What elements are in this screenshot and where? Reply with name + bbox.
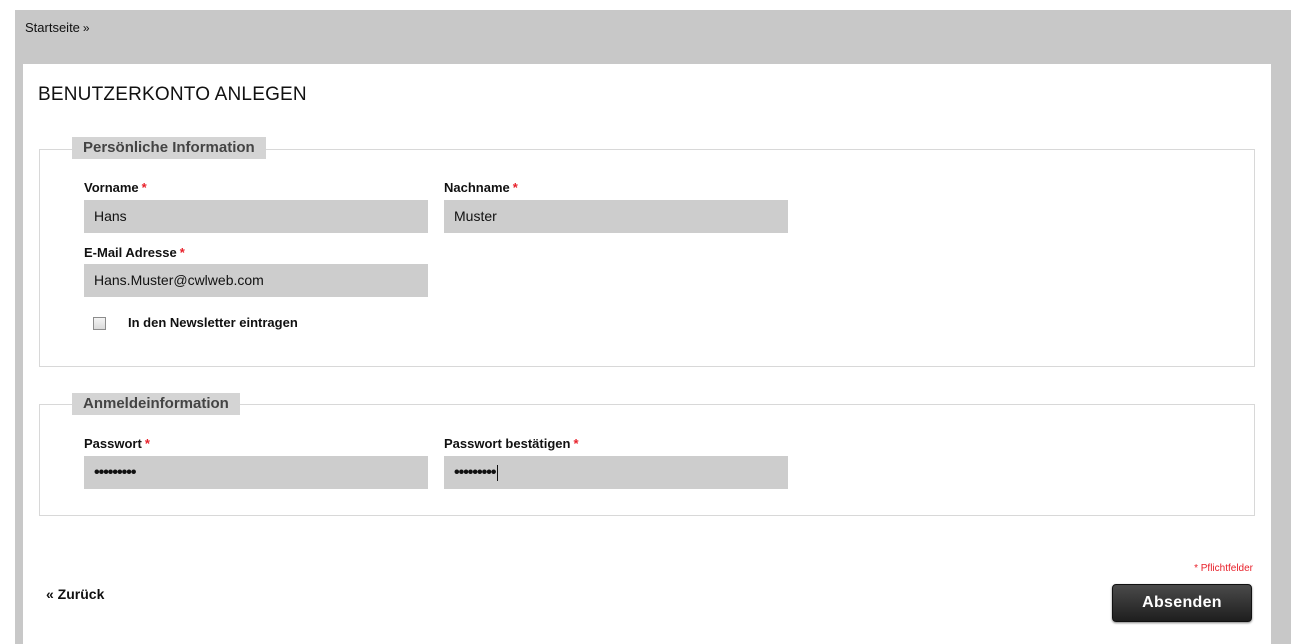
main-content: BENUTZERKONTO ANLEGEN Persönliche Inform…: [23, 64, 1271, 644]
last-name-label: Nachname *: [444, 180, 518, 195]
newsletter-checkbox[interactable]: [93, 317, 106, 330]
text-caret: [497, 465, 499, 482]
last-name-input[interactable]: Muster: [444, 200, 788, 233]
required-asterisk: *: [573, 436, 579, 451]
confirm-password-masked-value: •••••••••: [454, 464, 496, 481]
confirm-password-label-text: Passwort bestätigen: [444, 436, 571, 451]
login-info-legend: Anmeldeinformation: [72, 393, 240, 415]
email-label-text: E-Mail Adresse: [84, 245, 177, 260]
first-name-label-text: Vorname: [84, 180, 139, 195]
required-asterisk: *: [512, 180, 518, 195]
breadcrumb-home-link[interactable]: Startseite: [25, 20, 80, 35]
first-name-input[interactable]: Hans: [84, 200, 428, 233]
required-asterisk: *: [179, 245, 185, 260]
page-title: BENUTZERKONTO ANLEGEN: [38, 84, 307, 105]
personal-info-legend: Persönliche Information: [72, 137, 266, 159]
password-input[interactable]: •••••••••: [84, 456, 428, 489]
newsletter-label[interactable]: In den Newsletter eintragen: [128, 315, 298, 330]
breadcrumb-separator: »: [82, 21, 90, 35]
confirm-password-input[interactable]: •••••••••: [444, 456, 788, 489]
last-name-label-text: Nachname: [444, 180, 510, 195]
password-label-text: Passwort: [84, 436, 142, 451]
required-fields-note: * Pflichtfelder: [1194, 563, 1253, 574]
breadcrumb: Startseite»: [25, 20, 90, 35]
back-link[interactable]: « Zurück: [46, 586, 104, 602]
password-masked-value: •••••••••: [94, 464, 136, 481]
password-label: Passwort *: [84, 436, 150, 451]
confirm-password-label: Passwort bestätigen *: [444, 436, 579, 451]
email-input[interactable]: Hans.Muster@cwlweb.com: [84, 264, 428, 297]
personal-info-fieldset: Persönliche Information Vorname * Hans Na…: [39, 137, 1255, 367]
login-info-fieldset: Anmeldeinformation Passwort * ••••••••• P…: [39, 393, 1255, 516]
required-asterisk: *: [141, 180, 147, 195]
required-asterisk: *: [144, 436, 150, 451]
first-name-label: Vorname *: [84, 180, 147, 195]
email-label: E-Mail Adresse *: [84, 245, 185, 260]
submit-button[interactable]: Absenden: [1112, 584, 1252, 622]
